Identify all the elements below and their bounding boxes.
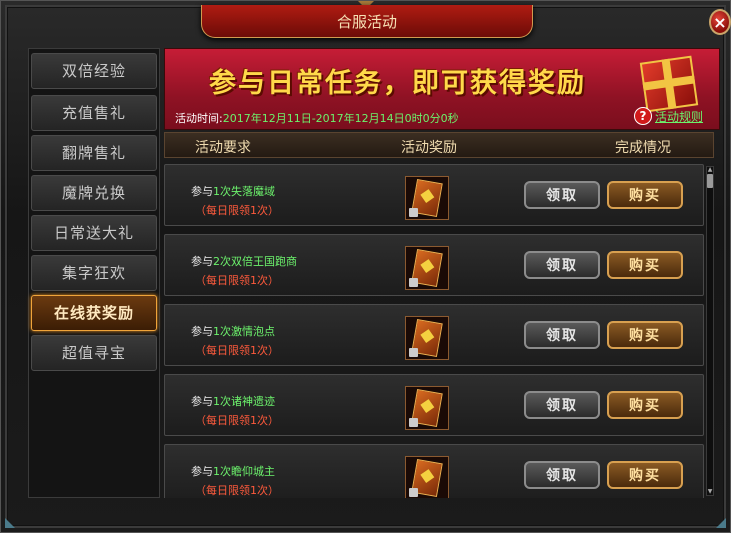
scroll-thumb[interactable] [707, 174, 713, 188]
task-prefix: 参与 [191, 465, 213, 478]
scroll-up-icon[interactable]: ▲ [706, 167, 714, 173]
task-requirement: 参与2次双倍王国跑商 [191, 253, 297, 269]
event-banner: 参与日常任务，即可获得奖励 活动时间:2017年12月11日-2017年12月1… [164, 48, 720, 130]
task-name: 1次失落魔域 [213, 185, 275, 198]
task-prefix: 参与 [191, 255, 213, 268]
task-list: 参与1次失落魔域 （每日限领1次） 领取 购买 参与2次双倍王国跑商 （每日限领… [164, 160, 704, 498]
card-gem [420, 399, 435, 413]
task-row: 参与1次瞻仰城主 （每日限领1次） 领取 购买 [164, 444, 704, 498]
banner-headline: 参与日常任务，即可获得奖励 [209, 68, 586, 99]
title-bar: 合服活动 [201, 5, 533, 38]
sidebar-item-card-exchange[interactable]: 魔牌兑换 [31, 175, 157, 211]
claim-button[interactable]: 领取 [524, 181, 600, 209]
buy-button[interactable]: 购买 [607, 251, 683, 279]
resize-corner-icon [5, 518, 15, 528]
event-window: 合服活动 × 双倍经验 充值售礼 翻牌售礼 魔牌兑换 日常送大礼 集字狂欢 在线… [0, 0, 731, 533]
task-requirement: 参与1次失落魔域 [191, 183, 275, 199]
card-gem [420, 189, 435, 203]
claim-button[interactable]: 领取 [524, 321, 600, 349]
task-prefix: 参与 [191, 325, 213, 338]
buy-button[interactable]: 购买 [607, 461, 683, 489]
sidebar-item-treasure-hunt[interactable]: 超值寻宝 [31, 335, 157, 371]
lock-icon [409, 208, 418, 217]
lock-icon [409, 488, 418, 497]
header-reward: 活动奖励 [401, 140, 457, 156]
sidebar-item-daily-gift[interactable]: 日常送大礼 [31, 215, 157, 251]
scrollbar[interactable]: ▲ ▼ [706, 166, 714, 496]
table-header: 活动要求 活动奖励 完成情况 [164, 132, 714, 158]
lock-icon [409, 348, 418, 357]
task-limit: （每日限领1次） [195, 484, 279, 497]
sidebar-item-online-reward[interactable]: 在线获奖励 [31, 295, 157, 331]
event-time-value: 2017年12月11日-2017年12月14日0时0分0秒 [222, 112, 459, 125]
task-row: 参与1次失落魔域 （每日限领1次） 领取 购买 [164, 164, 704, 226]
sidebar-item-flip-card-gift[interactable]: 翻牌售礼 [31, 135, 157, 171]
window-title: 合服活动 [336, 13, 397, 31]
buy-button[interactable]: 购买 [607, 391, 683, 419]
buy-button[interactable]: 购买 [607, 181, 683, 209]
event-time: 活动时间:2017年12月11日-2017年12月14日0时0分0秒 [175, 110, 459, 126]
task-limit: （每日限领1次） [195, 274, 279, 287]
claim-button[interactable]: 领取 [524, 251, 600, 279]
claim-button[interactable]: 领取 [524, 461, 600, 489]
resize-corner-icon [716, 518, 726, 528]
task-name: 1次瞻仰城主 [213, 465, 275, 478]
task-requirement: 参与1次瞻仰城主 [191, 463, 275, 479]
scroll-down-icon[interactable]: ▼ [706, 489, 714, 495]
task-name: 2次双倍王国跑商 [213, 255, 297, 268]
header-status: 完成情况 [615, 140, 671, 156]
sidebar-item-recharge-gift[interactable]: 充值售礼 [31, 95, 157, 131]
event-time-label: 活动时间: [175, 112, 223, 125]
task-name: 1次激情泡点 [213, 325, 275, 338]
task-name: 1次诸神遗迹 [213, 395, 275, 408]
task-prefix: 参与 [191, 185, 213, 198]
task-requirement: 参与1次诸神遗迹 [191, 393, 275, 409]
reward-slot[interactable] [405, 316, 449, 360]
task-limit: （每日限领1次） [195, 344, 279, 357]
task-limit: （每日限领1次） [195, 204, 279, 217]
task-row: 参与2次双倍王国跑商 （每日限领1次） 领取 购买 [164, 234, 704, 296]
close-button[interactable]: × [709, 9, 731, 35]
help-icon: ? [634, 107, 652, 125]
task-limit: （每日限领1次） [195, 414, 279, 427]
close-icon: × [713, 13, 727, 32]
header-requirement: 活动要求 [195, 140, 251, 156]
task-row: 参与1次激情泡点 （每日限领1次） 领取 购买 [164, 304, 704, 366]
reward-slot[interactable] [405, 176, 449, 220]
reward-slot[interactable] [405, 456, 449, 498]
reward-slot[interactable] [405, 386, 449, 430]
sidebar-item-double-exp[interactable]: 双倍经验 [31, 53, 157, 89]
task-requirement: 参与1次激情泡点 [191, 323, 275, 339]
claim-button[interactable]: 领取 [524, 391, 600, 419]
sidebar-item-collect-words[interactable]: 集字狂欢 [31, 255, 157, 291]
lock-icon [409, 278, 418, 287]
task-row: 参与1次诸神遗迹 （每日限领1次） 领取 购买 [164, 374, 704, 436]
lock-icon [409, 418, 418, 427]
card-gem [420, 259, 435, 273]
buy-button[interactable]: 购买 [607, 321, 683, 349]
gift-box-icon [639, 55, 699, 113]
card-gem [420, 329, 435, 343]
task-prefix: 参与 [191, 395, 213, 408]
card-gem [420, 469, 435, 483]
reward-slot[interactable] [405, 246, 449, 290]
rules-label: 活动规则 [655, 110, 704, 124]
sidebar: 双倍经验 充值售礼 翻牌售礼 魔牌兑换 日常送大礼 集字狂欢 在线获奖励 超值寻… [28, 48, 160, 498]
